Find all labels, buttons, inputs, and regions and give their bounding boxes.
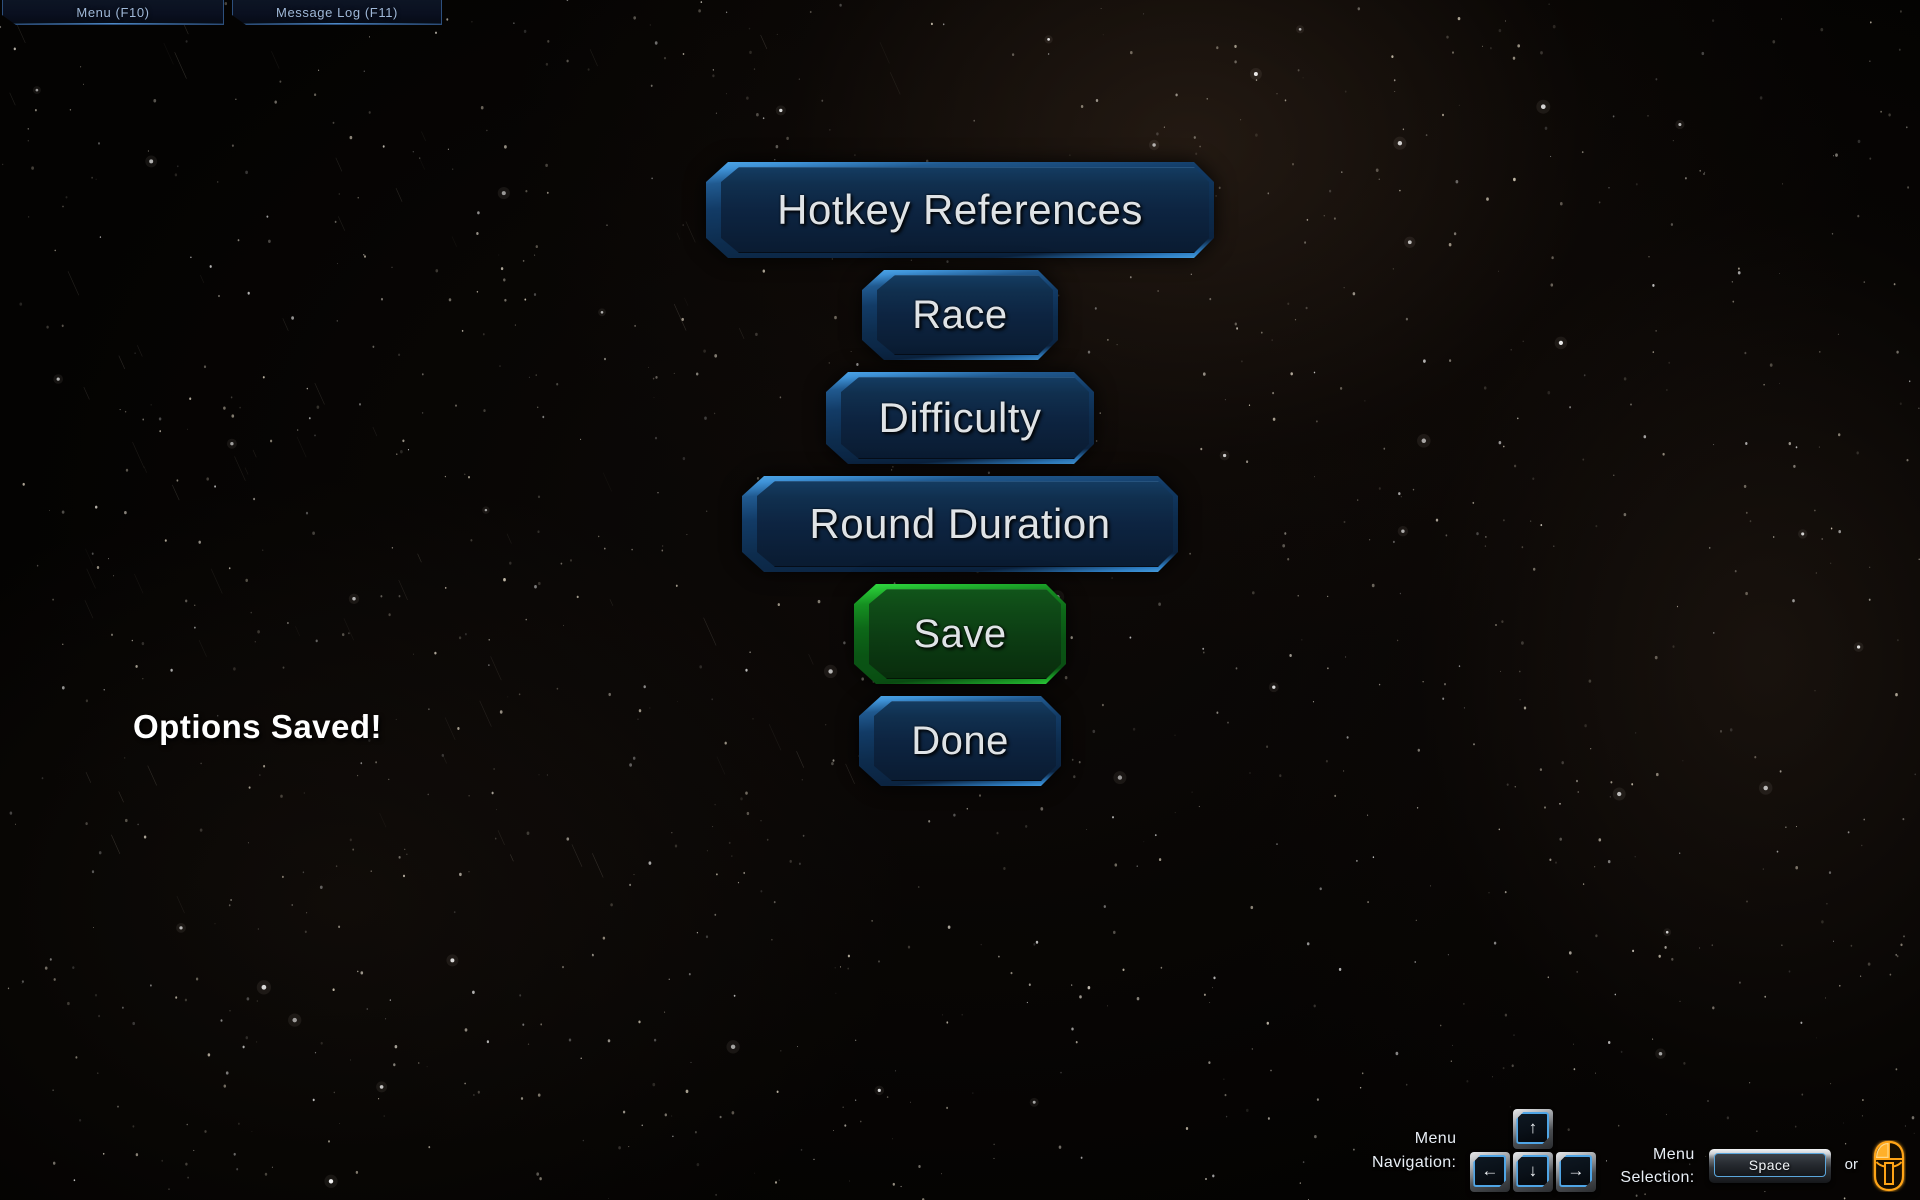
arrow-down-key[interactable]: ↓	[1513, 1152, 1554, 1192]
arrow-right-icon: →	[1559, 1155, 1592, 1187]
menu-navigation-hint: Menu Navigation: ↑ ← ↓ →	[1372, 1109, 1597, 1192]
arrow-up-icon: ↑	[1516, 1112, 1549, 1144]
or-separator: or	[1844, 1155, 1858, 1173]
arrow-down-icon: ↓	[1516, 1155, 1549, 1187]
arrow-down-glyph: ↓	[1528, 1160, 1538, 1180]
race-button[interactable]: Race	[862, 270, 1058, 360]
space-key-face: Space	[1713, 1153, 1826, 1177]
arrow-key-row-top: ↑	[1513, 1109, 1554, 1149]
arrow-right-glyph: →	[1567, 1160, 1585, 1180]
tab-message-log-label: Message Log (F11)	[276, 4, 398, 20]
menu-selection-hint: Menu Selection: Space or	[1620, 1140, 1906, 1192]
tab-menu[interactable]: Menu (F10)	[2, 0, 224, 25]
tab-menu-label: Menu (F10)	[76, 4, 150, 20]
race-label: Race	[912, 292, 1008, 337]
menu-navigation-line2: Navigation:	[1371, 1153, 1457, 1171]
arrow-up-key[interactable]: ↑	[1513, 1109, 1554, 1149]
difficulty-label: Difficulty	[878, 394, 1042, 441]
arrow-left-glyph: ←	[1481, 1160, 1499, 1180]
mouse-left-click-icon	[1873, 1140, 1905, 1192]
save-button[interactable]: Save	[854, 584, 1066, 684]
status-message: Options Saved!	[133, 708, 383, 745]
done-button[interactable]: Done	[859, 696, 1061, 786]
arrow-left-key[interactable]: ←	[1470, 1152, 1511, 1192]
space-key-label: Space	[1748, 1157, 1791, 1173]
menu-navigation-label: Menu Navigation:	[1372, 1127, 1456, 1173]
difficulty-button[interactable]: Difficulty	[826, 372, 1094, 464]
arrow-right-key[interactable]: →	[1556, 1152, 1597, 1192]
arrow-left-icon: ←	[1473, 1155, 1506, 1187]
menu-navigation-line1: Menu	[1414, 1130, 1457, 1148]
arrow-up-glyph: ↑	[1528, 1117, 1538, 1137]
hotkey-references-button[interactable]: Hotkey References	[706, 162, 1214, 258]
menu-selection-line1: Menu	[1653, 1145, 1695, 1163]
arrow-key-row-bottom: ← ↓ →	[1470, 1152, 1597, 1192]
top-tab-bar: Menu (F10) Message Log (F11)	[0, 0, 442, 25]
input-hints-bar: Menu Navigation: ↑ ← ↓ → Menu Selection:…	[1372, 1109, 1906, 1192]
round-duration-label: Round Duration	[809, 500, 1111, 547]
menu-selection-label: Menu Selection:	[1620, 1143, 1694, 1189]
tab-message-log[interactable]: Message Log (F11)	[232, 0, 442, 25]
arrow-key-cluster: ↑ ← ↓ →	[1470, 1109, 1597, 1192]
space-key[interactable]: Space	[1708, 1149, 1831, 1183]
menu-selection-line2: Selection:	[1620, 1169, 1695, 1186]
game-screen: Menu (F10) Message Log (F11) Hotkey Refe…	[0, 0, 1920, 1200]
main-menu-button-stack: Hotkey References Race Difficulty Round …	[0, 162, 1920, 798]
save-label: Save	[913, 611, 1007, 656]
hotkey-references-label: Hotkey References	[777, 186, 1143, 233]
done-label: Done	[911, 718, 1009, 763]
round-duration-button[interactable]: Round Duration	[742, 476, 1178, 572]
